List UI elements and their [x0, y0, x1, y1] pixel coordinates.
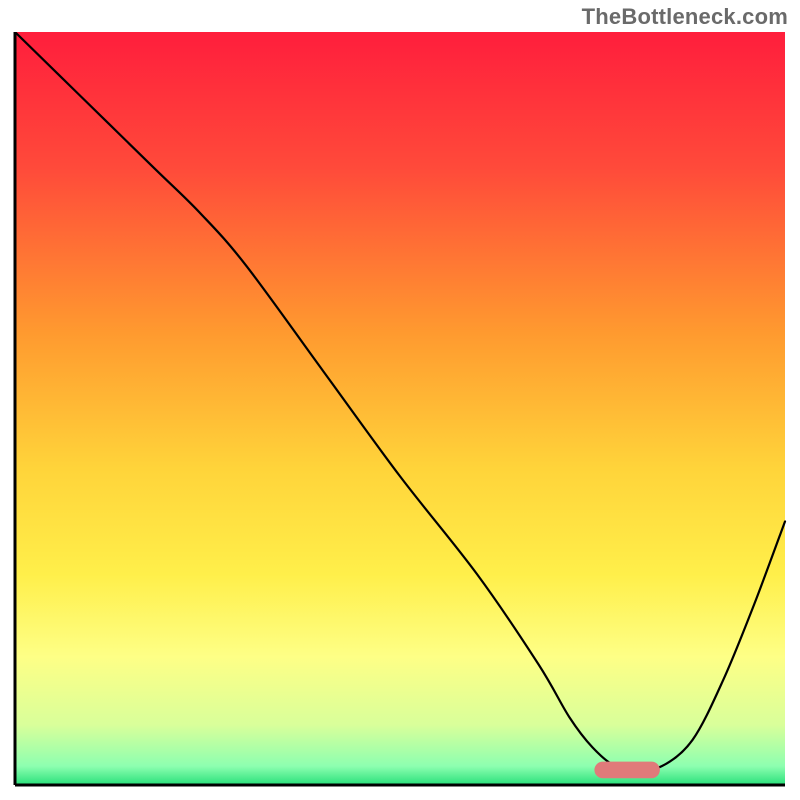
chart-svg: [12, 32, 788, 788]
chart-frame: TheBottleneck.com: [0, 0, 800, 800]
plot-area: [12, 32, 788, 788]
watermark-text: TheBottleneck.com: [582, 4, 788, 30]
highlight-pill: [594, 762, 659, 779]
